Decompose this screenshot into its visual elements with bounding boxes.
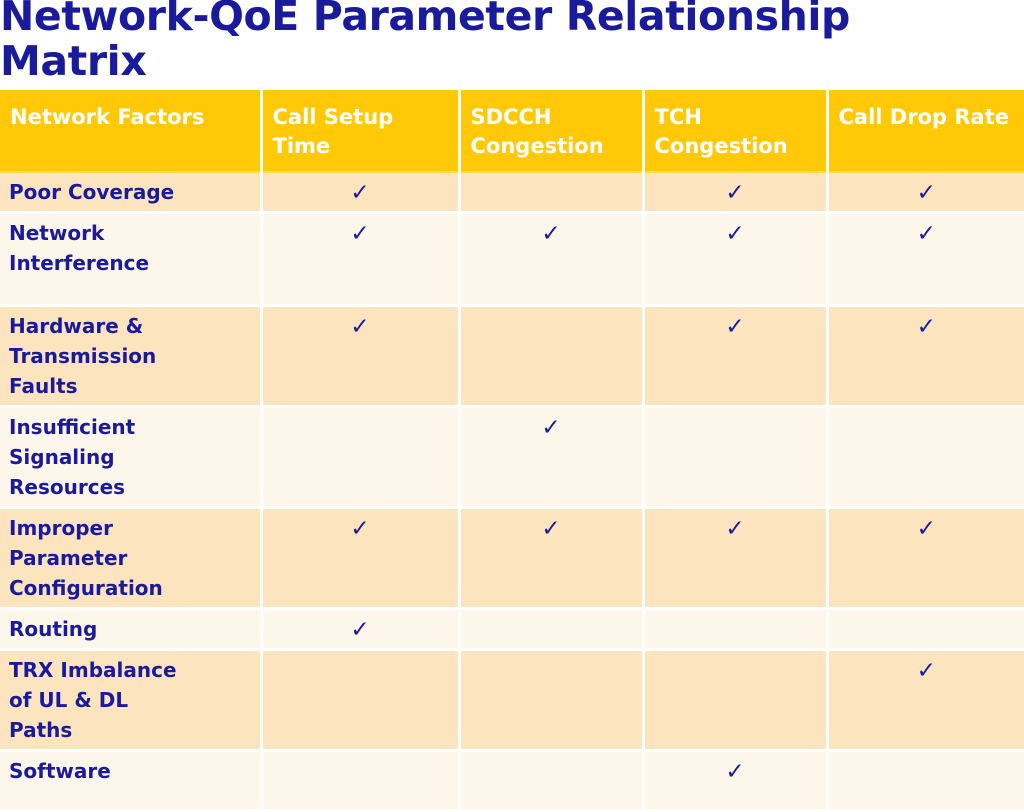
check-icon: ✓ — [263, 509, 458, 544]
cell-hardware-faults-tch-congestion: ✓ — [643, 306, 827, 407]
table-row: TRX Imbalance of UL & DL Paths ✓ — [0, 650, 1024, 751]
cell-software-sdcch-congestion — [459, 751, 643, 811]
row-label-improper-parameter-configuration: Improper Parameter Configuration — [0, 508, 261, 609]
cell-routing-tch-congestion — [643, 609, 827, 650]
cell-insufficient-signaling-sdcch-congestion: ✓ — [459, 407, 643, 508]
cell-trx-imbalance-sdcch-congestion — [459, 650, 643, 751]
check-icon: ✓ — [461, 214, 642, 249]
check-icon: ✓ — [263, 307, 458, 342]
row-label-software: Software — [0, 751, 261, 811]
cell-insufficient-signaling-call-drop-rate — [827, 407, 1024, 508]
column-header-network-factors: Network Factors — [0, 90, 261, 172]
table-row: Poor Coverage ✓ ✓ ✓ — [0, 172, 1024, 213]
table-row: Insufficient Signaling Resources ✓ — [0, 407, 1024, 508]
table-header: Network Factors Call Setup Time SDCCH Co… — [0, 90, 1024, 172]
table-row: Improper Parameter Configuration ✓ ✓ ✓ ✓ — [0, 508, 1024, 609]
table-row: Network Interference ✓ ✓ ✓ ✓ — [0, 213, 1024, 306]
check-icon: ✓ — [829, 307, 1024, 342]
cell-improper-parameter-tch-congestion: ✓ — [643, 508, 827, 609]
cell-insufficient-signaling-call-setup-time — [261, 407, 459, 508]
column-header-sdcch-congestion: SDCCH Congestion — [459, 90, 643, 172]
column-header-call-drop-rate: Call Drop Rate — [827, 90, 1024, 172]
row-label-network-interference: Network Interference — [0, 213, 261, 306]
cell-hardware-faults-call-setup-time: ✓ — [261, 306, 459, 407]
check-icon: ✓ — [263, 214, 458, 249]
check-icon: ✓ — [645, 509, 826, 544]
row-label-insufficient-signaling-resources: Insufficient Signaling Resources — [0, 407, 261, 508]
table-row: Routing ✓ — [0, 609, 1024, 650]
cell-routing-sdcch-congestion — [459, 609, 643, 650]
cell-network-interference-tch-congestion: ✓ — [643, 213, 827, 306]
cell-trx-imbalance-call-setup-time — [261, 650, 459, 751]
row-label-routing: Routing — [0, 609, 261, 650]
check-icon: ✓ — [645, 752, 826, 787]
row-label-hardware-transmission-faults: Hardware & Transmission Faults — [0, 306, 261, 407]
check-icon: ✓ — [263, 173, 458, 208]
column-header-tch-congestion: TCH Congestion — [643, 90, 827, 172]
cell-routing-call-setup-time: ✓ — [261, 609, 459, 650]
cell-hardware-faults-call-drop-rate: ✓ — [827, 306, 1024, 407]
check-icon: ✓ — [645, 173, 826, 208]
check-icon: ✓ — [461, 408, 642, 443]
check-icon: ✓ — [645, 214, 826, 249]
cell-software-tch-congestion: ✓ — [643, 751, 827, 811]
check-icon: ✓ — [645, 307, 826, 342]
cell-routing-call-drop-rate — [827, 609, 1024, 650]
row-label-trx-imbalance-ul-dl-paths: TRX Imbalance of UL & DL Paths — [0, 650, 261, 751]
cell-software-call-drop-rate — [827, 751, 1024, 811]
cell-improper-parameter-sdcch-congestion: ✓ — [459, 508, 643, 609]
table-row: Software ✓ — [0, 751, 1024, 811]
cell-trx-imbalance-tch-congestion — [643, 650, 827, 751]
check-icon: ✓ — [829, 173, 1024, 208]
header-row: Network Factors Call Setup Time SDCCH Co… — [0, 90, 1024, 172]
network-qoe-relationship-matrix: Network Factors Call Setup Time SDCCH Co… — [0, 90, 1024, 812]
row-label-poor-coverage: Poor Coverage — [0, 172, 261, 213]
cell-poor-coverage-call-drop-rate: ✓ — [827, 172, 1024, 213]
cell-poor-coverage-tch-congestion: ✓ — [643, 172, 827, 213]
cell-insufficient-signaling-tch-congestion — [643, 407, 827, 508]
cell-improper-parameter-call-setup-time: ✓ — [261, 508, 459, 609]
cell-hardware-faults-sdcch-congestion — [459, 306, 643, 407]
check-icon: ✓ — [461, 509, 642, 544]
cell-network-interference-sdcch-congestion: ✓ — [459, 213, 643, 306]
cell-network-interference-call-drop-rate: ✓ — [827, 213, 1024, 306]
cell-poor-coverage-sdcch-congestion — [459, 172, 643, 213]
column-header-call-setup-time: Call Setup Time — [261, 90, 459, 172]
check-icon: ✓ — [263, 610, 458, 645]
table-row: Hardware & Transmission Faults ✓ ✓ ✓ — [0, 306, 1024, 407]
page-title: Network-QoE Parameter Relationship Matri… — [0, 0, 1010, 84]
cell-poor-coverage-call-setup-time: ✓ — [261, 172, 459, 213]
check-icon: ✓ — [829, 214, 1024, 249]
table-body: Poor Coverage ✓ ✓ ✓ Network Interference… — [0, 172, 1024, 811]
cell-trx-imbalance-call-drop-rate: ✓ — [827, 650, 1024, 751]
check-icon: ✓ — [829, 651, 1024, 686]
cell-network-interference-call-setup-time: ✓ — [261, 213, 459, 306]
check-icon: ✓ — [829, 509, 1024, 544]
cell-improper-parameter-call-drop-rate: ✓ — [827, 508, 1024, 609]
cell-software-call-setup-time — [261, 751, 459, 811]
